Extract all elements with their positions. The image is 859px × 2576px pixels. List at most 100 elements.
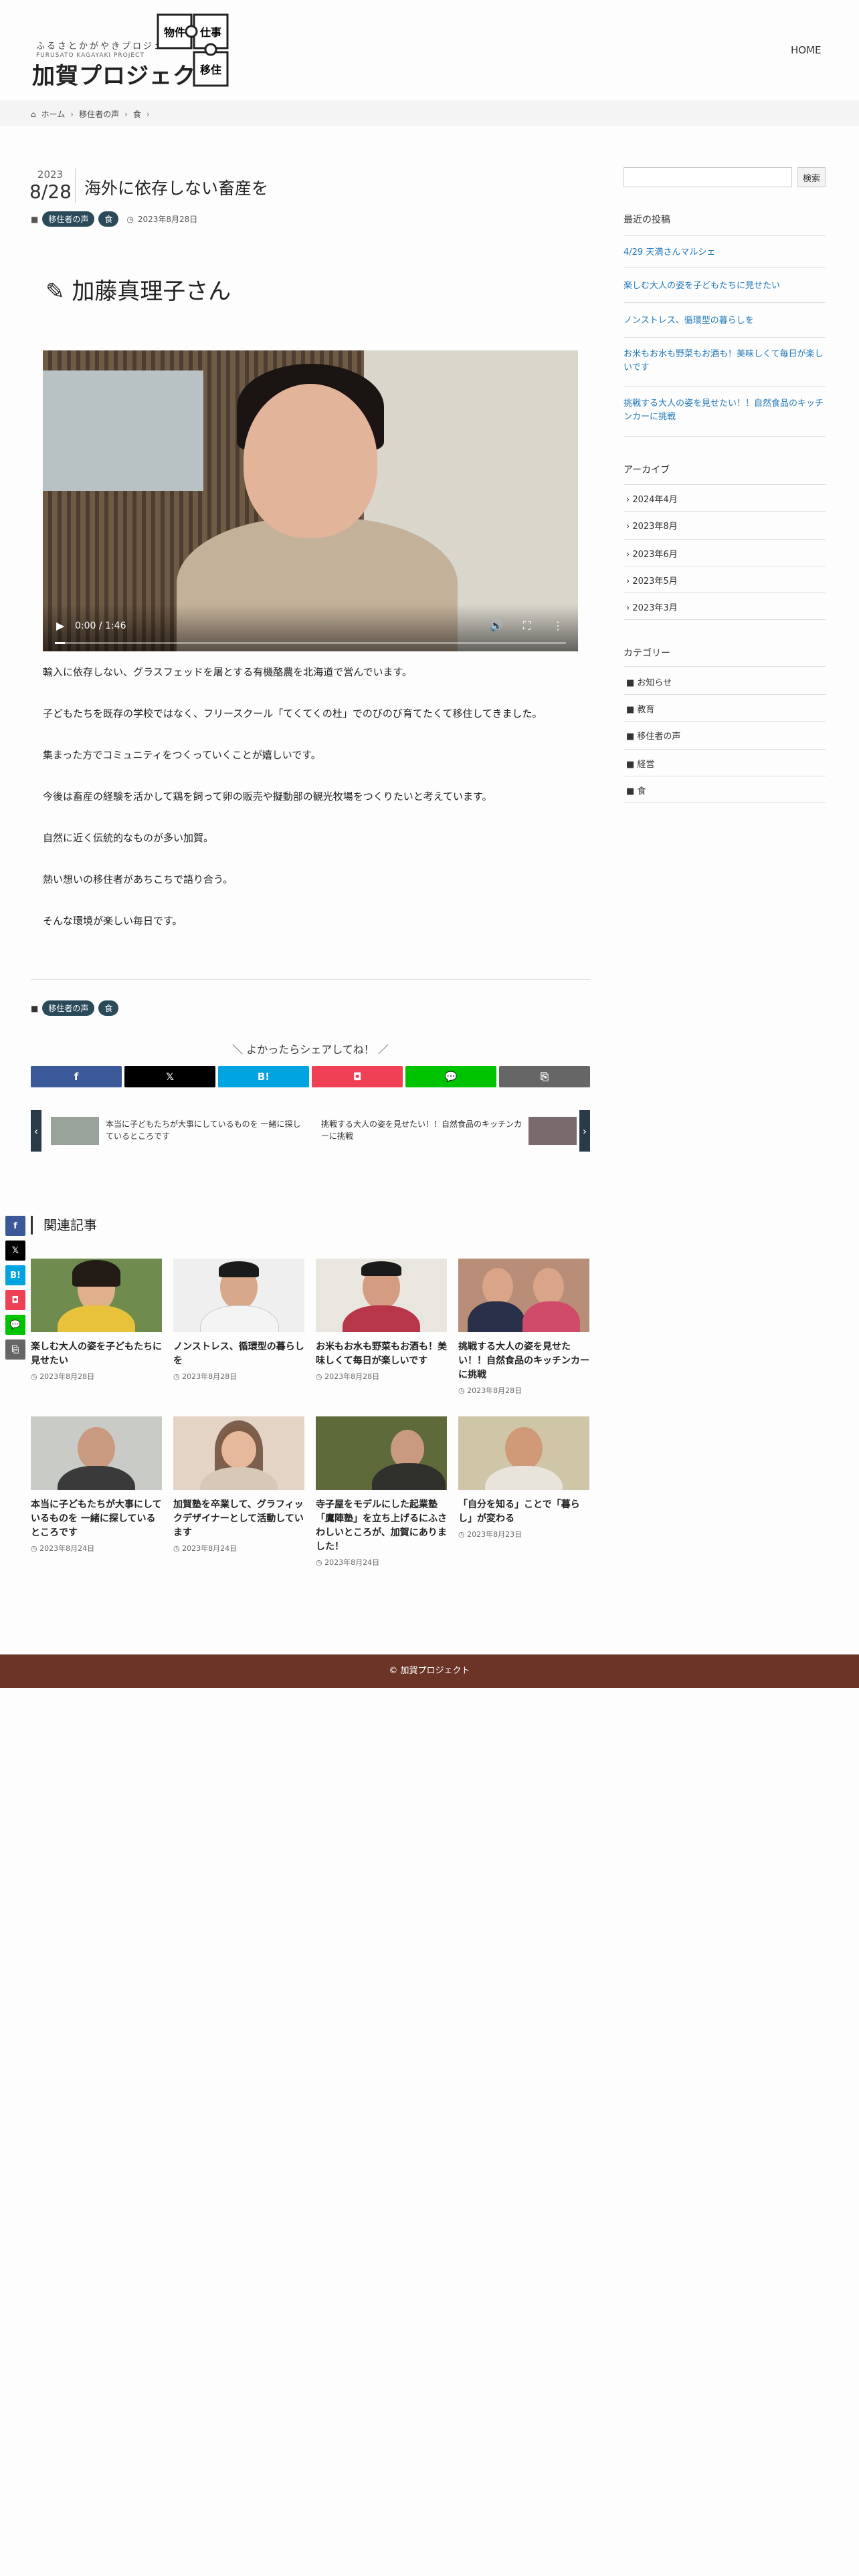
related-card[interactable]: 「自分を知る」ことで「暮らし」が変わる ◷ 2023年8月23日 <box>458 1416 589 1539</box>
card-thumbnail <box>173 1259 304 1332</box>
site-footer: © 加賀プロジェクト <box>0 1654 859 1688</box>
archive-link[interactable]: › 2023年3月 <box>626 601 678 613</box>
divider <box>624 235 826 236</box>
chevron-left-icon: ‹ <box>31 1110 41 1152</box>
post-footer-tags: ■ 移住者の声 食 <box>31 1000 119 1016</box>
breadcrumb: ⌂ ホーム › 移住者の声 › 食 › <box>0 100 859 126</box>
search-button[interactable]: 検索 <box>797 167 826 187</box>
post-date-block: 2023 8/28 <box>29 169 72 203</box>
card-title: 寺子屋をモデルにした起業塾「鷹陣塾」を立ち上げるにふさわしいところが、加賀にあり… <box>316 1499 447 1552</box>
next-post-link[interactable]: 挑戦する大人の姿を見せたい！！自然食品のキッチンカーに挑戦 › <box>312 1110 590 1152</box>
archive-link[interactable]: › 2023年5月 <box>626 574 678 586</box>
share-heading: ＼ よかったらシェアしてね！ ／ <box>232 1043 389 1056</box>
related-card[interactable]: 本当に子どもたちが大事にしているものを 一緒に探しているところです ◷ 2023… <box>31 1416 162 1553</box>
line-share-button[interactable]: 💬 <box>405 1066 496 1087</box>
hatena-share-button[interactable]: B! <box>218 1066 309 1087</box>
page-title: 海外に依存しない畜産を <box>84 179 269 198</box>
chevron-right-icon: › <box>124 109 128 119</box>
video-person-face <box>244 384 377 538</box>
category-link[interactable]: ■ 食 <box>626 784 646 796</box>
card-date: ◷ 2023年8月24日 <box>173 1544 237 1553</box>
related-card[interactable]: 寺子屋をモデルにした起業塾「鷹陣塾」を立ち上げるにふさわしいところが、加賀にあり… <box>316 1416 447 1568</box>
fullscreen-icon[interactable]: ⛶ <box>523 619 531 633</box>
floating-share-bar: f 𝕏 B! ◘ 💬 ⎘ <box>5 1216 25 1364</box>
card-date: ◷ 2023年8月23日 <box>458 1530 522 1539</box>
pocket-share-button[interactable]: ◘ <box>312 1066 403 1087</box>
facebook-share-button[interactable]: f <box>31 1066 122 1087</box>
copy-link-button[interactable]: ⎘ <box>499 1066 590 1087</box>
video-time: 0:00 / 1:46 <box>75 621 126 631</box>
interviewee-name: 加藤真理子さん <box>72 278 231 305</box>
x-icon[interactable]: 𝕏 <box>5 1241 25 1261</box>
card-thumbnail <box>31 1416 162 1490</box>
post-year: 2023 <box>37 169 64 181</box>
card-title: 「自分を知る」ことで「暮らし」が変わる <box>458 1499 580 1524</box>
related-card[interactable]: お米もお水も野菜もお酒も！美味しくて毎日が楽しいです ◷ 2023年8月28日 <box>316 1259 447 1382</box>
x-share-button[interactable]: 𝕏 <box>124 1066 215 1087</box>
video-progress-bar[interactable] <box>55 642 566 644</box>
related-card[interactable]: 加賀塾を卒業して、グラフィックデザイナーとして活動しています ◷ 2023年8月… <box>173 1416 304 1553</box>
category-tag[interactable]: 食 <box>98 211 119 227</box>
post-date: 2023年8月28日 <box>137 215 198 224</box>
volume-icon[interactable]: 🔊 <box>490 619 503 632</box>
card-thumbnail <box>173 1416 304 1490</box>
category-link[interactable]: ■ 経営 <box>626 757 654 770</box>
related-card[interactable]: 楽しむ大人の姿を子どもたちに見せたい ◷ 2023年8月28日 <box>31 1259 162 1382</box>
recent-post-link[interactable]: 挑戦する大人の姿を見せたい！！自然食品のキッチンカーに挑戦 <box>624 397 826 424</box>
divider <box>75 169 76 203</box>
widget-title-recent: 最近の投稿 <box>624 215 670 225</box>
facebook-icon[interactable]: f <box>5 1216 25 1236</box>
widget-title-category: カテゴリー <box>624 648 670 659</box>
breadcrumb-category[interactable]: 移住者の声 <box>79 108 119 120</box>
article-paragraph: 子どもたちを既存の学校ではなく、フリースクール「てくてくの杜」でのびのび育てたく… <box>43 708 543 720</box>
breadcrumb-tag[interactable]: 食 <box>133 108 141 120</box>
archive-link[interactable]: › 2023年6月 <box>626 547 678 560</box>
prev-post-link[interactable]: ‹ 本当に子どもたちが大事にしているものを 一緒に探しているところです <box>31 1110 309 1152</box>
hatena-icon[interactable]: B! <box>5 1265 25 1285</box>
card-thumbnail <box>316 1416 447 1490</box>
category-link[interactable]: ■ お知らせ <box>626 675 672 688</box>
recent-post-link[interactable]: 4/29 天満さんマルシェ <box>624 246 826 259</box>
next-post-title: 挑戦する大人の姿を見せたい！！自然食品のキッチンカーに挑戦 <box>321 1119 522 1141</box>
prev-post-thumbnail <box>51 1117 99 1145</box>
card-thumbnail <box>316 1259 447 1332</box>
archive-link[interactable]: › 2023年8月 <box>626 519 678 532</box>
archive-link[interactable]: › 2024年4月 <box>626 492 678 505</box>
search-input[interactable] <box>624 167 792 187</box>
post-navigation: ‹ 本当に子どもたちが大事にしているものを 一緒に探しているところです 挑戦する… <box>31 1110 590 1152</box>
logo-puzzle-icon: 物件 仕事 移住 <box>157 13 229 87</box>
divider <box>624 539 826 540</box>
article-paragraph: 今後は畜産の経験を活かして鶏を飼って卵の販売や擬動部の観光牧場をつくりたいと考え… <box>43 790 492 802</box>
card-title: 挑戦する大人の姿を見せたい！！自然食品のキッチンカーに挑戦 <box>458 1341 589 1380</box>
more-options-icon[interactable]: ⋮ <box>553 619 563 632</box>
nav-home-link[interactable]: HOME <box>791 44 822 56</box>
category-link[interactable]: ■ 移住者の声 <box>626 729 680 742</box>
related-card[interactable]: 挑戦する大人の姿を見せたい！！自然食品のキッチンカーに挑戦 ◷ 2023年8月2… <box>458 1259 589 1396</box>
article-paragraph: 自然に近く伝統的なものが多い加賀。 <box>43 832 214 844</box>
card-thumbnail <box>458 1416 589 1490</box>
card-thumbnail <box>458 1259 589 1332</box>
card-date: ◷ 2023年8月28日 <box>458 1386 522 1395</box>
category-tag[interactable]: 移住者の声 <box>42 211 95 227</box>
card-title: 楽しむ大人の姿を子どもたちに見せたい <box>31 1341 162 1366</box>
related-card[interactable]: ノンストレス、循環型の暮らしを ◷ 2023年8月28日 <box>173 1259 304 1382</box>
pocket-icon[interactable]: ◘ <box>5 1290 25 1310</box>
category-tag[interactable]: 移住者の声 <box>42 1000 95 1016</box>
video-player[interactable]: ▶ 0:00 / 1:46 🔊 ⛶ ⋮ <box>43 350 578 651</box>
category-link[interactable]: ■ 教育 <box>626 702 654 715</box>
post-month-day: 8/28 <box>29 181 72 203</box>
breadcrumb-home[interactable]: ホーム <box>41 108 66 120</box>
next-post-thumbnail <box>529 1117 577 1145</box>
recent-post-link[interactable]: ノンストレス、循環型の暮らしを <box>624 314 826 328</box>
divider <box>624 436 826 437</box>
divider <box>624 511 826 512</box>
card-thumbnail <box>31 1259 162 1332</box>
recent-post-link[interactable]: 楽しむ大人の姿を子どもたちに見せたい <box>624 280 826 293</box>
recent-post-link[interactable]: お米もお水も野菜もお酒も！美味しくて毎日が楽しいです <box>624 348 826 374</box>
category-tag[interactable]: 食 <box>98 1000 119 1016</box>
site-logo[interactable]: ふるさとかがやきプロジェクト FURUSATO KAGAYAKI PROJECT… <box>32 12 233 91</box>
play-icon[interactable]: ▶ <box>56 619 64 632</box>
logo-badge-1: 物件 <box>164 26 185 39</box>
line-icon[interactable]: 💬 <box>5 1315 25 1335</box>
copy-icon[interactable]: ⎘ <box>5 1339 25 1360</box>
